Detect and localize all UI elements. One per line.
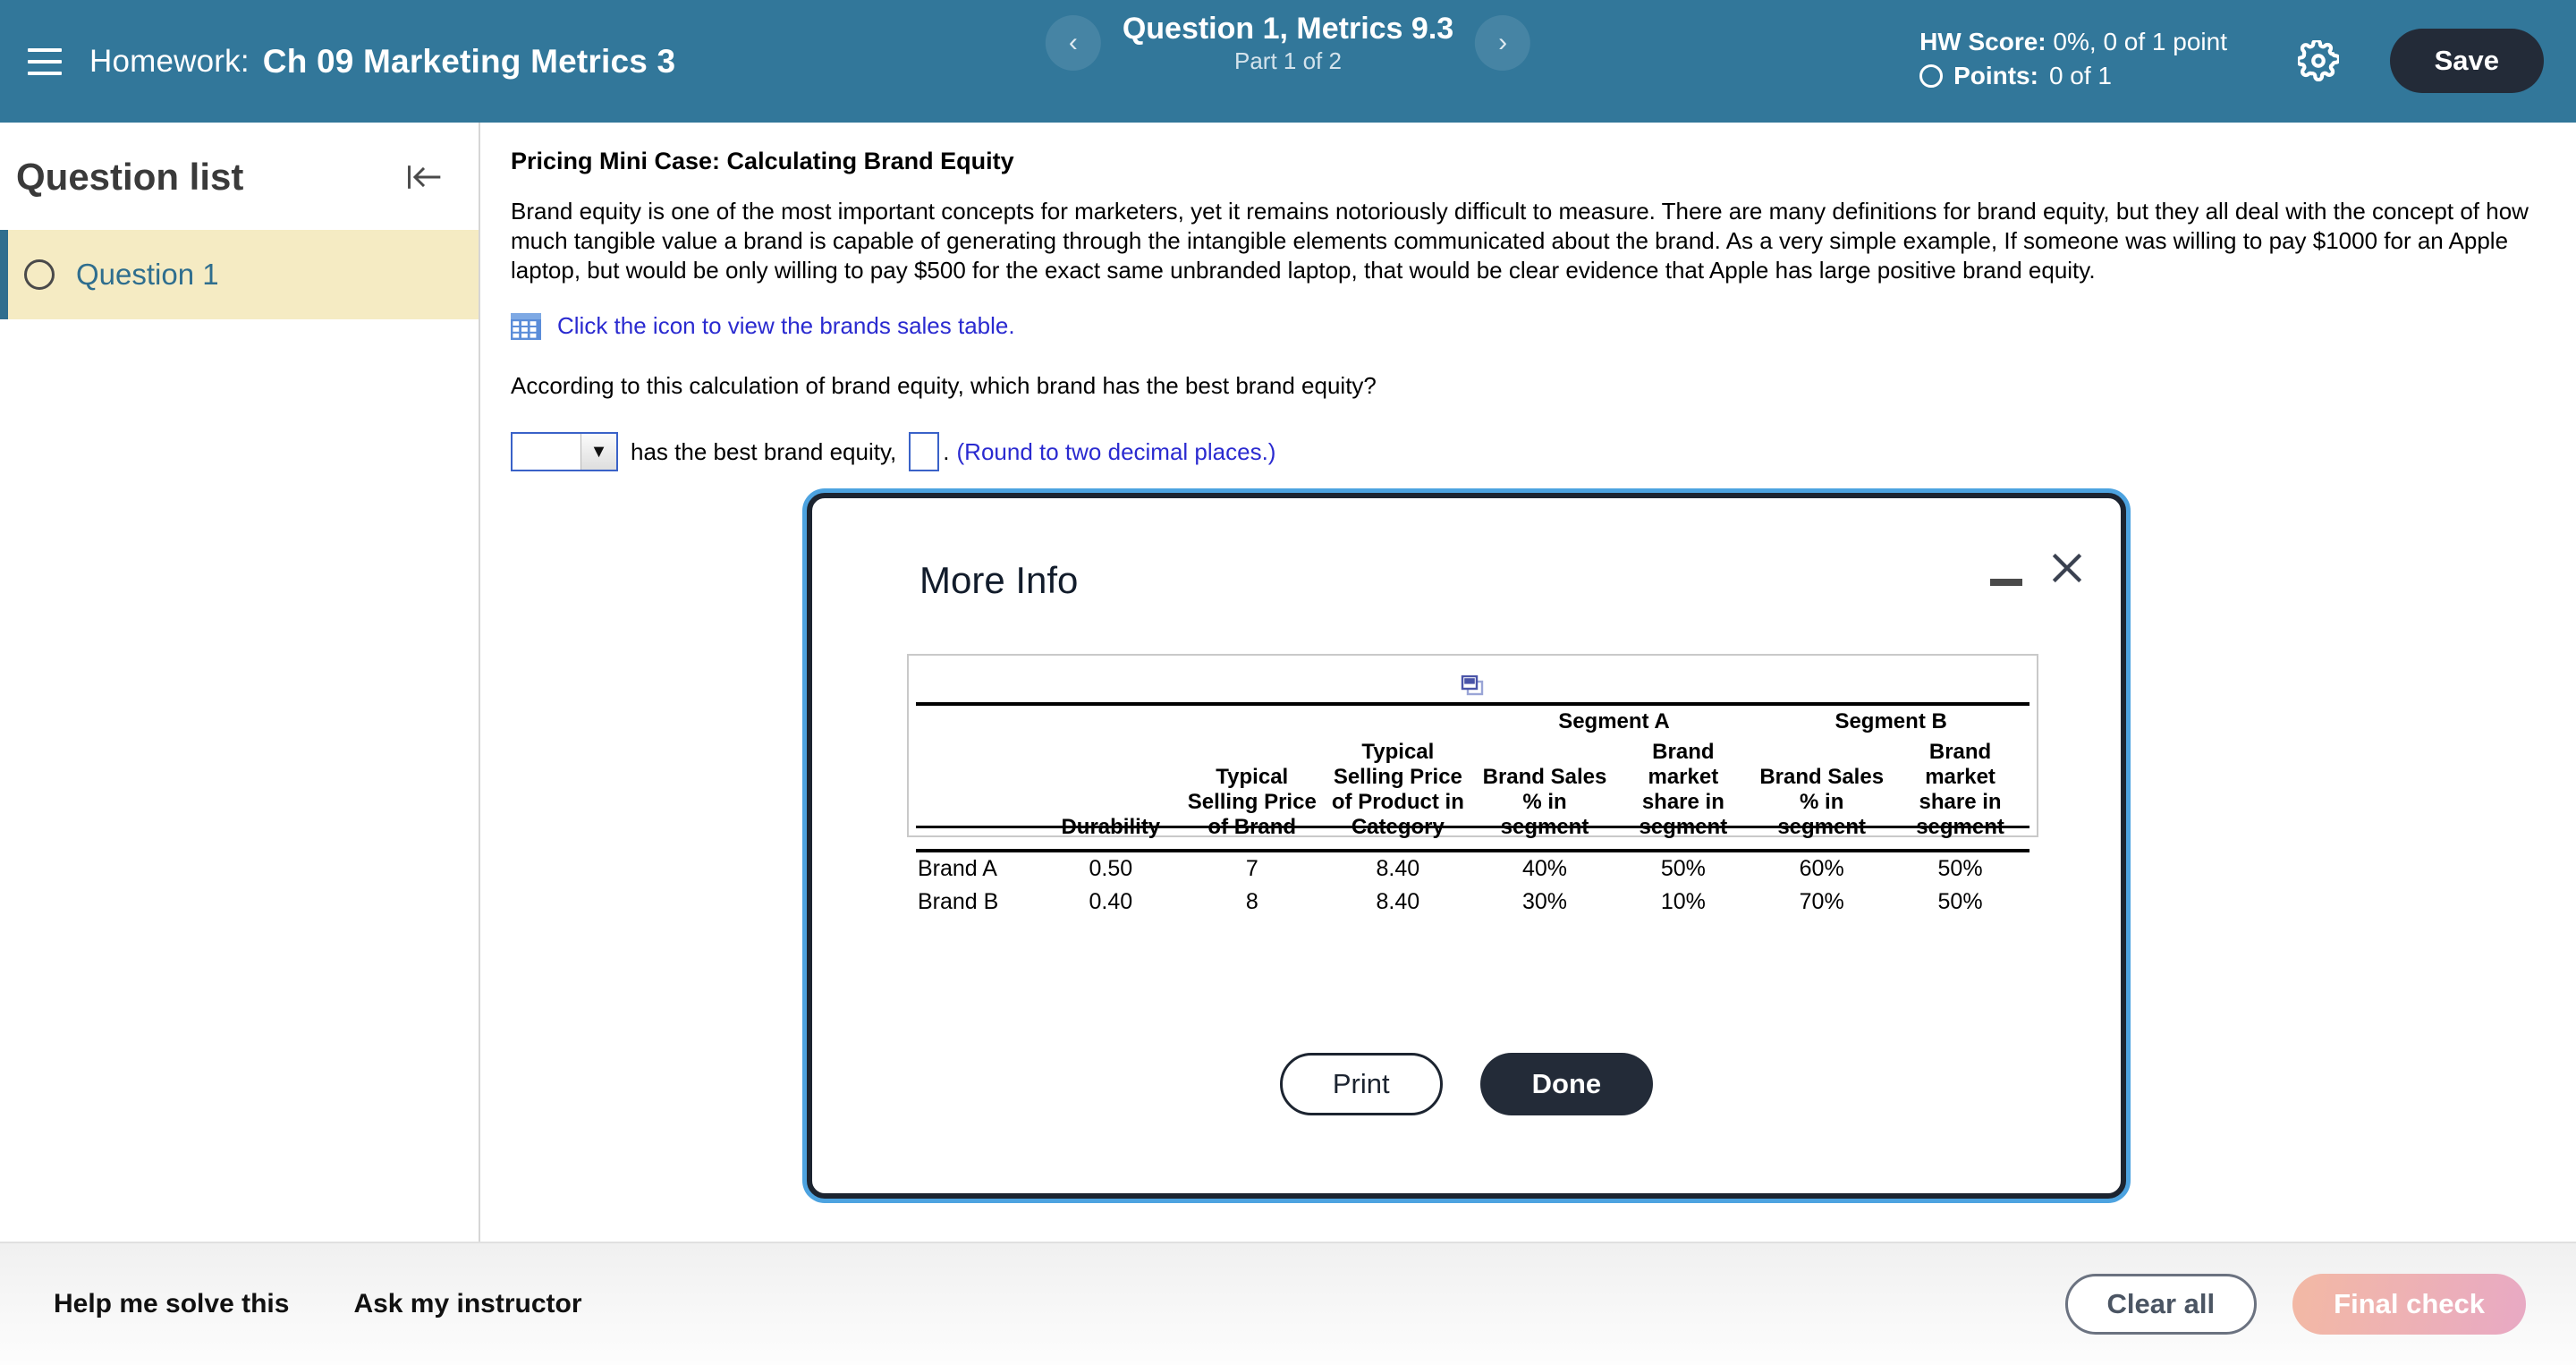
previous-question-button[interactable]: ‹	[1045, 15, 1101, 71]
homework-title: Ch 09 Marketing Metrics 3	[262, 42, 676, 80]
sidebar-header: Question list	[0, 123, 479, 230]
cell-r0-c4: 40%	[1475, 849, 1614, 886]
brand-equity-value-input[interactable]	[909, 432, 940, 471]
hamburger-bar	[28, 71, 62, 75]
brands-sales-table-link-row: Click the icon to view the brands sales …	[511, 312, 2540, 340]
close-icon[interactable]	[2040, 541, 2094, 595]
hw-score-line: HW Score: 0%, 0 of 1 point	[1919, 25, 2227, 59]
group-header-segment-b: Segment B	[1835, 709, 1947, 733]
top-header-bar: Homework: Ch 09 Marketing Metrics 3 ‹ Qu…	[0, 0, 2576, 123]
cell-r1-c3: 8.40	[1376, 889, 1420, 914]
cell-r1-c4: 30%	[1521, 889, 1568, 914]
column-header-7: Brand market share in segment	[1916, 740, 2004, 839]
group-header-blank-4	[1320, 706, 1475, 736]
collapse-left-icon[interactable]	[402, 155, 446, 199]
help-me-solve-this-link[interactable]: Help me solve this	[54, 1289, 289, 1319]
done-button[interactable]: Done	[1479, 1053, 1654, 1115]
empty-circle-icon	[24, 259, 55, 290]
next-question-button[interactable]: ›	[1475, 15, 1531, 71]
case-paragraph: Brand equity is one of the most importan…	[511, 198, 2529, 284]
column-header-3: Typical Selling Price of Product in Cate…	[1331, 740, 1464, 839]
cell-r0-c2: 7	[1183, 849, 1321, 886]
copy-windows-icon[interactable]	[1460, 674, 1487, 697]
question-list-sidebar: Question list Question 1	[0, 123, 480, 1242]
points-value: 0 of 1	[2048, 62, 2113, 89]
table-grid-icon[interactable]	[511, 312, 541, 340]
clear-all-button[interactable]: Clear all	[2064, 1274, 2258, 1335]
cell-r1-c5: 10%	[1660, 889, 1706, 914]
table-bottom-rule	[916, 826, 2029, 828]
cell-r0-c3: 8.40	[1320, 849, 1476, 886]
table-column-header-row: Durability Typical Selling Price of Bran…	[916, 736, 2029, 851]
question-part-label: Part 1 of 2	[1234, 47, 1342, 74]
modal-action-buttons: Print Done	[812, 1053, 2121, 1115]
save-button[interactable]: Save	[2389, 29, 2544, 93]
hamburger-bar	[28, 59, 62, 64]
footer-bar: Help me solve this Ask my instructor Cle…	[0, 1242, 2576, 1365]
cell-r0-c7: 50%	[1891, 849, 2029, 886]
homework-label: Homework:	[89, 43, 250, 79]
footer-actions: Clear all Final check	[2064, 1274, 2526, 1335]
ask-my-instructor-link[interactable]: Ask my instructor	[353, 1289, 581, 1319]
more-info-modal: More Info Segment A Segment B Durability…	[807, 493, 2126, 1199]
page-title: Question list	[16, 156, 244, 198]
sidebar-item-label: Question 1	[76, 258, 219, 291]
cell-r0-c6: 60%	[1752, 849, 1892, 886]
column-header-0	[916, 736, 1038, 851]
brand-select-dropdown[interactable]: ▼	[511, 432, 618, 471]
current-question-title: Question 1, Metrics 9.3	[1122, 12, 1454, 46]
cell-r1-c1: 0.40	[1089, 889, 1133, 914]
cell-r1-c2: 8	[1245, 889, 1258, 914]
hamburger-bar	[28, 47, 62, 52]
group-header-segment-a: Segment A	[1558, 709, 1670, 733]
points-line: Points: 0 of 1	[1919, 59, 2227, 93]
column-header-4: Brand Sales % in segment	[1482, 765, 1607, 839]
table-row: Brand B 0.40 8 8.40 30% 10% 70% 50%	[916, 886, 2029, 922]
brands-sales-table-container: Segment A Segment B Durability Typical S…	[907, 654, 2038, 914]
app-root: Homework: Ch 09 Marketing Metrics 3 ‹ Qu…	[0, 0, 2576, 1365]
cell-r1-c0: Brand B	[918, 889, 999, 914]
group-header-blank-3	[1183, 706, 1320, 736]
print-button[interactable]: Print	[1279, 1053, 1443, 1115]
segment-group-header-row: Segment A Segment B	[916, 706, 2029, 736]
column-header-6: Brand Sales % in segment	[1759, 765, 1885, 839]
answer-middle-text: has the best brand equity,	[631, 437, 897, 465]
sidebar-item-question-1[interactable]: Question 1	[0, 230, 479, 319]
question-navigator-center: Question 1, Metrics 9.3 Part 1 of 2	[1123, 11, 1453, 75]
cell-r0-c1: 0.50	[1038, 849, 1184, 886]
column-header-1: Durability	[1061, 815, 1161, 839]
answer-row: ▼ has the best brand equity, . (Round to…	[511, 432, 2540, 471]
cell-r1-c7: 50%	[1937, 889, 1983, 914]
group-header-blank	[916, 706, 1038, 736]
table-body: Brand A 0.50 7 8.40 40% 50% 60% 50% Bran…	[916, 849, 2029, 922]
brands-sales-table: Segment A Segment B Durability Typical S…	[916, 702, 2029, 922]
group-header-blank-2	[1038, 706, 1183, 736]
cell-r0-c0: Brand A	[916, 849, 1038, 886]
answer-period: .	[943, 437, 950, 465]
final-check-button[interactable]: Final check	[2292, 1274, 2526, 1335]
points-label: Points:	[1953, 62, 2038, 89]
table-head: Segment A Segment B Durability Typical S…	[916, 702, 2029, 851]
column-header-5: Brand market share in segment	[1639, 740, 1728, 839]
rounding-note: (Round to two decimal places.)	[956, 437, 1276, 465]
table-row: Brand A 0.50 7 8.40 40% 50% 60% 50%	[916, 849, 2029, 886]
points-circle-icon	[1919, 64, 1944, 88]
score-summary: HW Score: 0%, 0 of 1 point Points: 0 of …	[1919, 25, 2227, 93]
question-prompt: According to this calculation of brand e…	[511, 372, 1377, 399]
gear-icon[interactable]	[2293, 36, 2343, 86]
hw-score-label: HW Score:	[1919, 28, 2046, 55]
brands-sales-table-link[interactable]: Click the icon to view the brands sales …	[557, 312, 1015, 340]
minimize-icon[interactable]	[1990, 579, 2022, 586]
cell-r0-c5: 50%	[1614, 849, 1753, 886]
column-header-2: Typical Selling Price of Brand	[1187, 765, 1317, 839]
question-navigator: ‹ Question 1, Metrics 9.3 Part 1 of 2 ›	[1045, 11, 1531, 75]
modal-title: More Info	[919, 559, 1079, 601]
cell-r1-c6: 70%	[1799, 889, 1844, 914]
chevron-down-icon: ▼	[580, 434, 616, 470]
case-title: Pricing Mini Case: Calculating Brand Equ…	[511, 148, 1014, 174]
hw-score-value: 0%, 0 of 1 point	[2046, 28, 2227, 55]
hamburger-menu-icon[interactable]	[20, 37, 70, 87]
